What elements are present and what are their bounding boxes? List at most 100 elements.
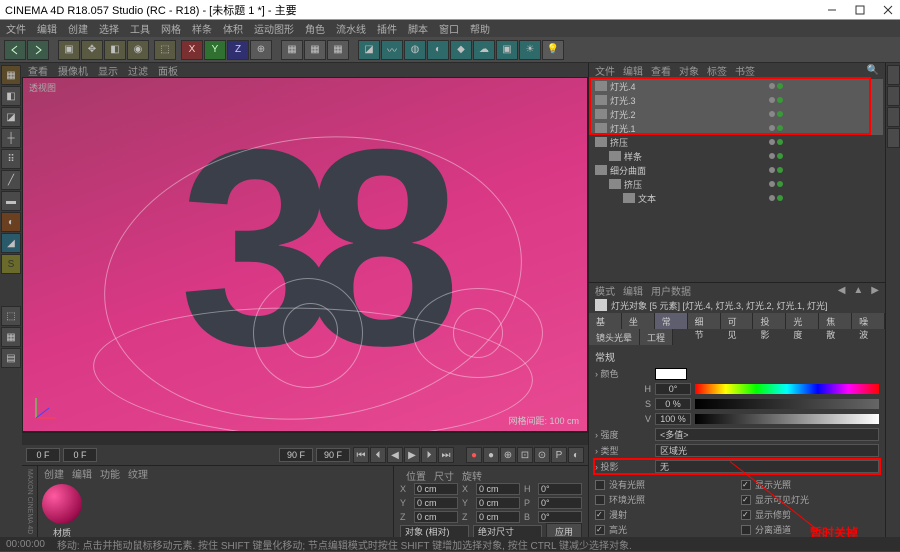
obj-tab-edit[interactable]: 编辑 [623, 63, 643, 78]
key-scale[interactable]: ⊡ [517, 447, 533, 463]
checkbox-2[interactable] [595, 495, 605, 505]
maximize-button[interactable] [853, 3, 867, 17]
attr-nav-back[interactable]: ◀ [838, 285, 846, 296]
coord-system[interactable]: ⊕ [250, 40, 272, 60]
menu-script[interactable]: 脚本 [408, 21, 428, 36]
menu-mesh[interactable]: 网格 [161, 21, 181, 36]
generator-primitive[interactable]: ◐ [427, 40, 449, 60]
move-tool[interactable]: ✥ [81, 40, 103, 60]
environment[interactable]: ☁ [473, 40, 495, 60]
menu-plugins[interactable]: 插件 [377, 21, 397, 36]
deformer-primitive[interactable]: ◆ [450, 40, 472, 60]
autokey[interactable]: ● [483, 447, 499, 463]
size-x[interactable] [476, 483, 520, 495]
checkbox-1[interactable] [741, 480, 751, 490]
redo-button[interactable] [27, 40, 49, 60]
rot-b[interactable] [538, 511, 582, 523]
mat-tab-create[interactable]: 创建 [44, 466, 64, 481]
checkbox-5[interactable] [741, 510, 751, 520]
val-slider[interactable] [695, 414, 879, 424]
time-end-field[interactable] [279, 448, 313, 462]
camera-primitive[interactable]: ▣ [496, 40, 518, 60]
attr-tab-user[interactable]: 用户数据 [651, 283, 691, 298]
attr-tab-edit[interactable]: 编辑 [623, 283, 643, 298]
rotate-tool[interactable]: ◉ [127, 40, 149, 60]
color-swatch[interactable] [655, 368, 687, 380]
record-key[interactable]: ● [466, 447, 482, 463]
rot-h[interactable] [538, 483, 582, 495]
layout-btn-3[interactable] [887, 107, 900, 127]
menu-help[interactable]: 帮助 [470, 21, 490, 36]
menu-window[interactable]: 窗口 [439, 21, 459, 36]
axis-z-toggle[interactable]: Z [227, 40, 249, 60]
vp-menu-view[interactable]: 查看 [28, 63, 48, 78]
prop-tab-投影[interactable]: 投影 [753, 313, 786, 329]
prop-tab-坐标[interactable]: 坐标 [622, 313, 655, 329]
coord-tab-pos[interactable]: 位置 [406, 468, 426, 483]
layout-btn-1[interactable] [887, 65, 900, 85]
light-primitive[interactable]: ☀ [519, 40, 541, 60]
sat-slider[interactable] [695, 399, 879, 409]
coord-y[interactable] [414, 497, 458, 509]
coord-z[interactable] [414, 511, 458, 523]
key-pos[interactable]: ⊕ [500, 447, 516, 463]
tree-row-7[interactable]: 挤压 [591, 177, 883, 191]
vp-menu-filter[interactable]: 过滤 [128, 63, 148, 78]
prev-key[interactable]: ⏴ [370, 447, 386, 463]
mat-tab-tex[interactable]: 纹理 [128, 466, 148, 481]
xray[interactable]: ▤ [1, 348, 21, 368]
viewport-solo[interactable]: ▦ [1, 327, 21, 347]
spline-primitive[interactable]: 〰 [381, 40, 403, 60]
rot-p[interactable] [538, 497, 582, 509]
model-mode[interactable]: ◧ [1, 86, 21, 106]
coord-tab-size[interactable]: 尺寸 [434, 468, 454, 483]
poly-mode[interactable]: ▬ [1, 191, 21, 211]
render-view[interactable]: ▦ [281, 40, 303, 60]
layout-btn-4[interactable] [887, 128, 900, 148]
light-type-dropdown[interactable]: 区域光 [655, 444, 879, 457]
play-back[interactable]: ◀ [387, 447, 403, 463]
tree-row-5[interactable]: 样条 [591, 149, 883, 163]
tree-row-2[interactable]: 灯光.2 [591, 107, 883, 121]
attr-nav-fwd[interactable]: ▶ [871, 285, 879, 296]
prop-tab-基本[interactable]: 基本 [589, 313, 622, 329]
next-key[interactable]: ⏵ [421, 447, 437, 463]
prop-tab-可见[interactable]: 可见 [721, 313, 754, 329]
menu-select[interactable]: 选择 [99, 21, 119, 36]
material-preview[interactable] [42, 484, 82, 524]
nurbs-primitive[interactable]: ◍ [404, 40, 426, 60]
key-rot[interactable]: ⊙ [534, 447, 550, 463]
prop-tab-lensflare[interactable]: 镜头光晕 [589, 329, 640, 345]
key-param[interactable]: P [551, 447, 567, 463]
obj-tab-file[interactable]: 文件 [595, 63, 615, 78]
obj-tab-view[interactable]: 查看 [651, 63, 671, 78]
prop-tab-焦散[interactable]: 焦散 [819, 313, 852, 329]
undo-button[interactable] [4, 40, 26, 60]
vp-menu-display[interactable]: 显示 [98, 63, 118, 78]
key-pla[interactable]: ◐ [568, 447, 584, 463]
tree-row-6[interactable]: 细分曲面 [591, 163, 883, 177]
checkbox-4[interactable] [595, 510, 605, 520]
search-icon[interactable]: 🔍 [867, 65, 879, 76]
time-cur-field[interactable] [63, 448, 97, 462]
checkbox-3[interactable] [741, 495, 751, 505]
cube-primitive[interactable]: ◪ [358, 40, 380, 60]
object-mode[interactable]: ◪ [1, 107, 21, 127]
coord-x[interactable] [414, 483, 458, 495]
vp-menu-camera[interactable]: 摄像机 [58, 63, 88, 78]
tree-row-0[interactable]: 灯光.4 [591, 79, 883, 93]
axis-mode[interactable]: ┼ [1, 128, 21, 148]
prop-tab-project[interactable]: 工程 [640, 329, 673, 345]
minimize-button[interactable] [825, 3, 839, 17]
tree-row-1[interactable]: 灯光.3 [591, 93, 883, 107]
object-tree[interactable]: 灯光.4灯光.3灯光.2灯光.1挤压样条细分曲面挤压文本 [589, 77, 885, 282]
obj-tab-obj[interactable]: 对象 [679, 63, 699, 78]
checkbox-6[interactable] [595, 525, 605, 535]
close-button[interactable] [881, 3, 895, 17]
prop-tab-噪波[interactable]: 噪波 [852, 313, 885, 329]
time-start-field[interactable] [26, 448, 60, 462]
hue-slider[interactable] [695, 384, 879, 394]
tweak-mode[interactable]: ⬚ [1, 306, 21, 326]
attr-tab-mode[interactable]: 模式 [595, 283, 615, 298]
coord-tab-rot[interactable]: 旋转 [462, 468, 482, 483]
